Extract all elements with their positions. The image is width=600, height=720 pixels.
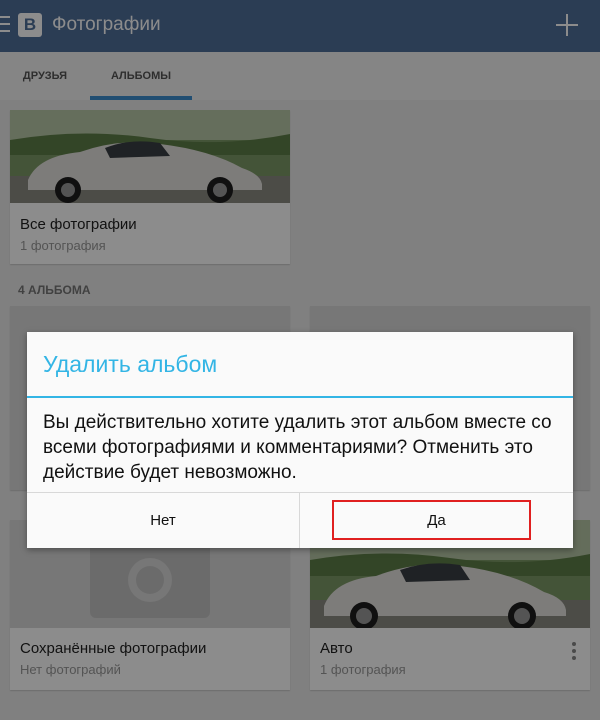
dialog-title-divider [27,396,573,398]
screen: В Фотографии ДРУЗЬЯ АЛЬБОМЫ Все фотограф… [0,0,600,720]
dialog-title: Удалить альбом [43,351,218,377]
dialog-message: Вы действительно хотите удалить этот аль… [43,412,552,483]
highlight-box [332,500,531,540]
cancel-button[interactable]: Нет [27,493,299,548]
